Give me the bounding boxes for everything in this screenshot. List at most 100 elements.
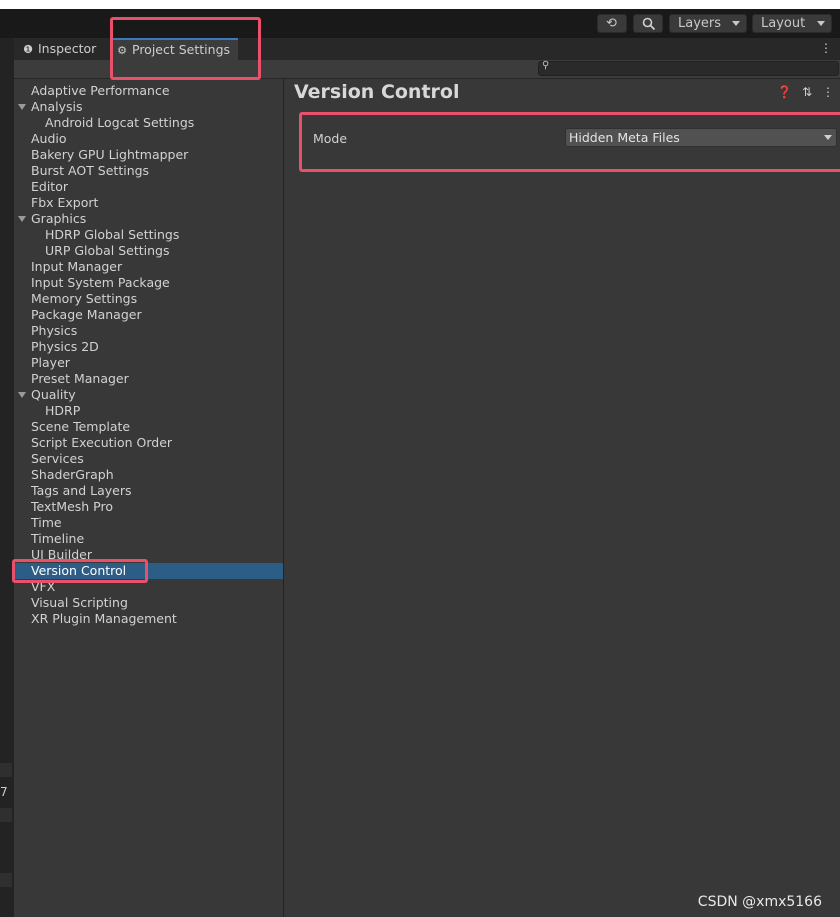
sidebar-item-label: HDRP Global Settings <box>45 227 180 242</box>
header-icons: ❓ ⇅ ⋮ <box>771 85 834 99</box>
sidebar-item[interactable]: ShaderGraph <box>14 467 283 483</box>
sidebar-item-label: Android Logcat Settings <box>45 115 195 130</box>
chevron-down-icon <box>732 21 740 26</box>
left-panel-row <box>0 873 12 887</box>
sidebar-item-label: Tags and Layers <box>31 483 132 498</box>
search-icon <box>642 17 656 31</box>
sidebar-item-label: Graphics <box>31 211 87 226</box>
sidebar-item[interactable]: Fbx Export <box>14 195 283 211</box>
sidebar-item-label: Script Execution Order <box>31 435 173 450</box>
sidebar-item[interactable]: Version Control <box>14 563 283 579</box>
layers-dropdown[interactable]: Layers <box>669 14 747 33</box>
settings-sidebar: Adaptive Performance Analysis Android Logc… <box>14 79 284 917</box>
sidebar-item[interactable]: Visual Scripting <box>14 595 283 611</box>
sidebar-item-label: Input System Package <box>31 275 170 290</box>
sidebar-item-label: UI Builder <box>31 547 93 562</box>
sidebar-item[interactable]: Package Manager <box>14 307 283 323</box>
left-panel-row <box>0 808 12 822</box>
sidebar-item[interactable]: Adaptive Performance <box>14 83 283 99</box>
expand-triangle-icon[interactable] <box>18 392 26 398</box>
sidebar-item[interactable]: Bakery GPU Lightmapper <box>14 147 283 163</box>
mode-label: Mode <box>313 131 348 146</box>
sidebar-item[interactable]: Input System Package <box>14 275 283 291</box>
help-icon[interactable]: ❓ <box>777 85 792 99</box>
sidebar-item[interactable]: URP Global Settings <box>14 243 283 259</box>
sidebar-item-label: Fbx Export <box>31 195 99 210</box>
layout-dropdown[interactable]: Layout <box>752 14 832 33</box>
sidebar-item[interactable]: Input Manager <box>14 259 283 275</box>
sidebar-item[interactable]: Graphics <box>14 211 283 227</box>
sidebar-item-label: Burst AOT Settings <box>31 163 150 178</box>
sidebar-item[interactable]: Burst AOT Settings <box>14 163 283 179</box>
sidebar-item[interactable]: Memory Settings <box>14 291 283 307</box>
sidebar-item-label: Analysis <box>31 99 83 114</box>
watermark: CSDN @xmx5166 <box>697 894 822 910</box>
sidebar-item-label: Player <box>31 355 70 370</box>
sidebar-item[interactable]: HDRP <box>14 403 283 419</box>
more-options-icon[interactable]: ⋮ <box>822 85 834 99</box>
sidebar-item-label: Bakery GPU Lightmapper <box>31 147 189 162</box>
sidebar-item[interactable]: Preset Manager <box>14 371 283 387</box>
sidebar-item-label: Visual Scripting <box>31 595 128 610</box>
sidebar-item-label: URP Global Settings <box>45 243 170 258</box>
expand-triangle-icon[interactable] <box>18 216 26 222</box>
sidebar-item-label: ShaderGraph <box>31 467 114 482</box>
tab-label: Project Settings <box>132 42 231 57</box>
sidebar-item-label: Adaptive Performance <box>31 83 170 98</box>
sidebar-item-label: Preset Manager <box>31 371 129 386</box>
settings-search-input[interactable]: ⚲ <box>538 60 839 76</box>
preset-icon[interactable]: ⇅ <box>802 85 812 99</box>
sidebar-item-label: TextMesh Pro <box>31 499 113 514</box>
sidebar-item[interactable]: Services <box>14 451 283 467</box>
page-title: Version Control <box>294 81 460 103</box>
mode-dropdown[interactable]: Hidden Meta Files <box>565 128 837 147</box>
sidebar-item[interactable]: VFX <box>14 579 283 595</box>
sidebar-item[interactable]: Tags and Layers <box>14 483 283 499</box>
layers-label: Layers <box>678 16 722 31</box>
tab-inspector[interactable]: ❶ Inspector <box>18 38 110 60</box>
sidebar-item-label: Time <box>31 515 62 530</box>
sidebar-item-label: VFX <box>31 579 56 594</box>
sidebar-item[interactable]: Script Execution Order <box>14 435 283 451</box>
expand-triangle-icon[interactable] <box>18 104 26 110</box>
info-icon: ❶ <box>23 43 33 56</box>
top-strip <box>0 0 840 9</box>
settings-content: Version Control ❓ ⇅ ⋮ Mode Hidden Meta F… <box>284 79 840 917</box>
sidebar-item-label: Quality <box>31 387 76 402</box>
sidebar-item[interactable]: Timeline <box>14 531 283 547</box>
sidebar-item-label: Scene Template <box>31 419 131 434</box>
sidebar-item[interactable]: HDRP Global Settings <box>14 227 283 243</box>
sidebar-item[interactable]: TextMesh Pro <box>14 499 283 515</box>
history-icon: ⟲ <box>606 16 617 31</box>
sidebar-item-label: Physics 2D <box>31 339 99 354</box>
sidebar-item[interactable]: XR Plugin Management <box>14 611 283 627</box>
tab-label: Inspector <box>38 41 97 56</box>
sidebar-item[interactable]: UI Builder <box>14 547 283 563</box>
left-panel-number: 7 <box>0 785 8 799</box>
tab-project-settings[interactable]: ⚙ Project Settings <box>110 38 238 60</box>
sidebar-item-label: Memory Settings <box>31 291 138 306</box>
sidebar-item[interactable]: Android Logcat Settings <box>14 115 283 131</box>
sidebar-item[interactable]: Player <box>14 355 283 371</box>
sidebar-item[interactable]: Editor <box>14 179 283 195</box>
sidebar-item[interactable]: Scene Template <box>14 419 283 435</box>
history-button[interactable]: ⟲ <box>597 14 627 33</box>
sidebar-item[interactable]: Analysis <box>14 99 283 115</box>
sidebar-item[interactable]: Quality <box>14 387 283 403</box>
left-panel-row <box>0 763 12 777</box>
sidebar-item[interactable]: Time <box>14 515 283 531</box>
sidebar-item[interactable]: Audio <box>14 131 283 147</box>
tab-bar: ❶ Inspector ⚙ Project Settings ⋮ <box>0 38 840 60</box>
sidebar-item[interactable]: Physics 2D <box>14 339 283 355</box>
gear-icon: ⚙ <box>117 44 127 57</box>
sidebar-item-label: Editor <box>31 179 68 194</box>
sidebar-item-label: Audio <box>31 131 67 146</box>
chevron-down-icon <box>824 135 832 140</box>
sidebar-item[interactable]: Physics <box>14 323 283 339</box>
search-button[interactable] <box>633 14 663 33</box>
sidebar-item-label: Input Manager <box>31 259 123 274</box>
sidebar-item-label: Services <box>31 451 84 466</box>
toolbar: ⟲ Layers Layout <box>0 9 840 38</box>
mode-value: Hidden Meta Files <box>569 130 680 145</box>
more-options-icon[interactable]: ⋮ <box>820 41 832 55</box>
